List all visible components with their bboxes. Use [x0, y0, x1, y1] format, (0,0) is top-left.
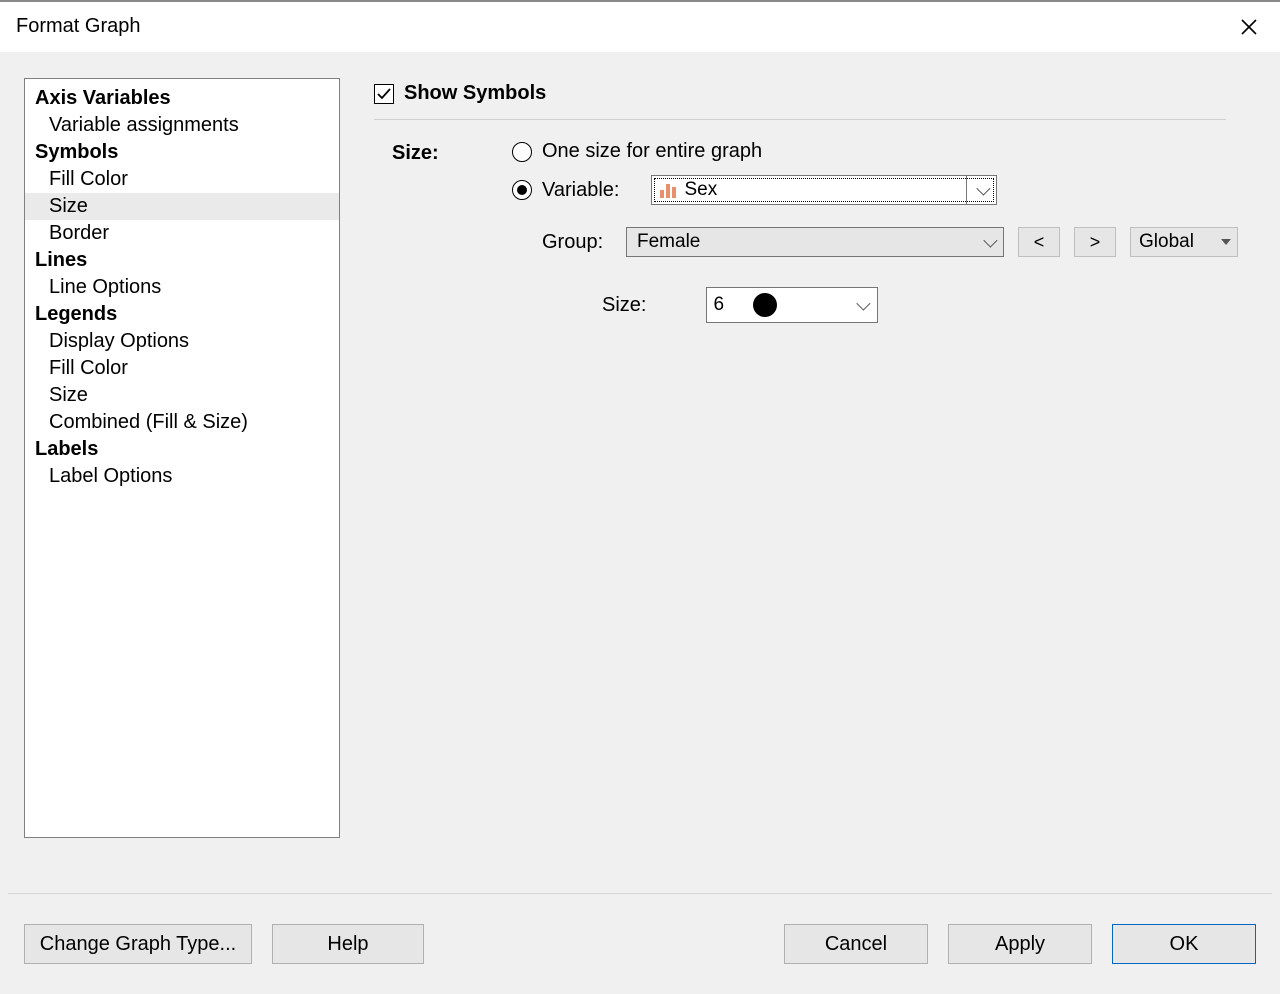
ok-button[interactable]: OK	[1112, 924, 1256, 964]
symbol-preview-dot-icon	[753, 293, 777, 317]
ok-label: OK	[1170, 933, 1199, 956]
cancel-label: Cancel	[825, 933, 887, 956]
nav-item-line-options[interactable]: Line Options	[25, 274, 339, 301]
show-symbols-checkbox[interactable]	[374, 84, 394, 104]
nav-item-label-options[interactable]: Label Options	[25, 463, 339, 490]
nav-item-legend-size[interactable]: Size	[25, 382, 339, 409]
apply-button[interactable]: Apply	[948, 924, 1092, 964]
radio-variable-label: Variable:	[542, 179, 619, 202]
variable-value: Sex	[684, 179, 717, 201]
group-combobox[interactable]: Female	[626, 227, 1004, 257]
nav-header-symbols: Symbols	[25, 139, 339, 166]
nav-item-legend-combined[interactable]: Combined (Fill & Size)	[25, 409, 339, 436]
show-symbols-label: Show Symbols	[404, 82, 546, 105]
variable-combobox[interactable]: Sex	[651, 175, 997, 205]
caret-down-icon	[1221, 239, 1231, 245]
help-button[interactable]: Help	[272, 924, 424, 964]
nav-header-axis-variables: Axis Variables	[25, 85, 339, 112]
radio-variable[interactable]	[512, 180, 532, 200]
category-tree: Axis Variables Variable assignments Symb…	[24, 78, 340, 838]
global-combobox[interactable]: Global	[1130, 227, 1238, 257]
change-graph-type-button[interactable]: Change Graph Type...	[24, 924, 252, 964]
close-icon	[1240, 18, 1258, 36]
radio-one-size[interactable]	[512, 142, 532, 162]
dialog-footer: Change Graph Type... Help Cancel Apply O…	[0, 894, 1280, 994]
nav-item-size[interactable]: Size	[25, 193, 339, 220]
group-dropdown-button[interactable]	[975, 237, 1003, 247]
group-next-button[interactable]: >	[1074, 227, 1116, 257]
nav-item-legend-display-options[interactable]: Display Options	[25, 328, 339, 355]
change-graph-type-label: Change Graph Type...	[40, 933, 236, 956]
nav-header-lines: Lines	[25, 247, 339, 274]
chevron-down-icon	[857, 297, 871, 311]
symbol-size-value: 6	[707, 294, 735, 316]
radio-one-size-label: One size for entire graph	[542, 140, 762, 163]
titlebar: Format Graph	[0, 2, 1280, 52]
less-than-icon: <	[1034, 232, 1045, 253]
variable-dropdown-button[interactable]	[966, 176, 996, 204]
nav-item-variable-assignments[interactable]: Variable assignments	[25, 112, 339, 139]
group-value: Female	[627, 231, 975, 253]
size-section-label: Size:	[392, 140, 512, 165]
symbol-size-combobox[interactable]: 6	[706, 287, 878, 323]
nav-header-labels: Labels	[25, 436, 339, 463]
symbol-size-label: Size:	[602, 294, 646, 317]
apply-label: Apply	[995, 933, 1045, 956]
greater-than-icon: >	[1090, 232, 1101, 253]
window-title: Format Graph	[16, 15, 140, 38]
group-prev-button[interactable]: <	[1018, 227, 1060, 257]
chevron-down-icon	[976, 182, 990, 196]
global-value: Global	[1139, 231, 1194, 253]
nav-header-legends: Legends	[25, 301, 339, 328]
content-panel: Show Symbols Size: One size for entire g…	[374, 78, 1270, 838]
nav-item-legend-fill-color[interactable]: Fill Color	[25, 355, 339, 382]
help-label: Help	[327, 933, 368, 956]
cancel-button[interactable]: Cancel	[784, 924, 928, 964]
group-label: Group:	[542, 231, 612, 254]
checkmark-icon	[376, 86, 392, 102]
close-button[interactable]	[1236, 14, 1262, 40]
nav-item-border[interactable]: Border	[25, 220, 339, 247]
nav-item-fill-color[interactable]: Fill Color	[25, 166, 339, 193]
barchart-icon	[660, 182, 676, 198]
chevron-down-icon	[983, 234, 997, 248]
